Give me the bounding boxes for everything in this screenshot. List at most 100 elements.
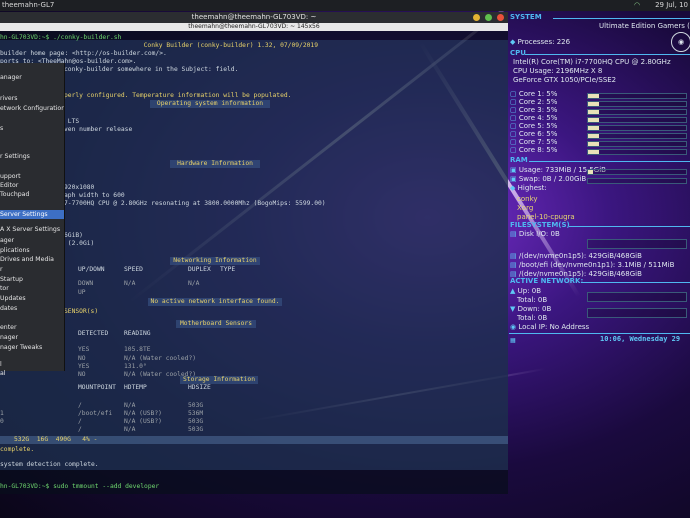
menu-item[interactable]: anager — [0, 73, 64, 82]
panel-clock[interactable]: 29 Jul, 10 — [655, 0, 688, 11]
menu-item[interactable]: dates — [0, 304, 64, 313]
swap-text: Swap: 0B / 2.00GiB — [518, 175, 587, 183]
terminal-titlebar[interactable]: theemahn@theemahn-GL703VD: ~ — [0, 12, 508, 23]
storage-device: 1 — [0, 410, 4, 417]
menu-item[interactable]: nager — [0, 333, 64, 342]
menu-item[interactable]: plications — [0, 246, 64, 255]
upload-graph — [587, 292, 687, 302]
conky-ram-label: RAM — [510, 156, 528, 164]
menu-item[interactable]: Server Settings — [0, 210, 64, 219]
sensor-cell: 105.8TE — [124, 346, 151, 353]
storage-total-row: 532G 16G 490G 4% - — [0, 436, 508, 444]
terminal-line: conky-builder somewhere in the Subject: … — [64, 66, 239, 73]
conky-local-ip: ◉ Local IP: No Address — [510, 323, 590, 331]
menu-item[interactable]: Startup — [0, 275, 64, 284]
menu-item[interactable]: A X Server Settings — [0, 225, 64, 234]
terminal-line: 920x1080 — [64, 184, 95, 191]
panel-window-title[interactable]: theemahn-GL7 — [2, 0, 54, 11]
menu-item[interactable]: tor — [0, 284, 64, 293]
conky-down-total: Total: 0B — [517, 314, 548, 322]
menu-item[interactable]: r Settings — [0, 152, 64, 161]
terminal-line: (2.0Gi) — [64, 240, 95, 247]
ram-usage-bar — [587, 169, 687, 175]
net-col-duplex: DUPLEX — [188, 266, 211, 273]
disk-io-text: Disk I/O: 0B — [518, 230, 560, 238]
storage-cell: / — [78, 402, 82, 409]
local-ip-text: Local IP: No Address — [518, 323, 590, 331]
terminal-window[interactable]: theemahn@theemahn-GL703VD: ~ theemahn@th… — [0, 12, 508, 494]
terminal-line: ven number release — [64, 126, 133, 133]
wifi-icon[interactable]: ◠ — [634, 1, 643, 9]
menu-item[interactable]: upport — [0, 172, 64, 181]
application-menu[interactable]: anager rivers etwork Configuration s r Setti… — [0, 63, 65, 377]
terminal-line: builder home page: <http://os-builder.co… — [0, 50, 167, 57]
top-panel: theemahn-GL7 ◠ 29 Jul, 10 — [0, 0, 690, 11]
menu-item[interactable]: ager — [0, 236, 64, 245]
sensor-cell: 131.0° — [124, 363, 147, 370]
fs-text: /boot/efi (dev/nvme0n1p1): 3.1MiB / 511M… — [518, 261, 675, 269]
menu-item[interactable]: Editor — [0, 181, 64, 190]
conky-highest: ◆ Highest: — [510, 184, 547, 192]
storage-cell: / — [78, 418, 82, 425]
menu-item[interactable]: enter — [0, 323, 64, 332]
terminal-line: perly configured. Temperature informatio… — [64, 92, 292, 99]
conky-divider — [569, 226, 690, 227]
sensor-cell: NO — [78, 371, 86, 378]
down-text: Down: 0B — [517, 305, 552, 313]
menu-item[interactable]: etwork Configuration — [0, 104, 64, 113]
menu-item[interactable]: r — [0, 265, 64, 274]
net-cell: DOWN — [78, 280, 94, 287]
conky-network-label: ACTIVE NETWORK: — [510, 277, 584, 285]
conky-divider — [509, 333, 690, 334]
menu-item[interactable]: Updates — [0, 294, 64, 303]
calendar-icon: ▦ — [510, 337, 516, 344]
storage-cell: 503G — [188, 418, 204, 425]
menu-item[interactable]: rivers — [0, 94, 64, 103]
conky-machine-name: Ultimate Edition Gamers (E — [599, 22, 690, 30]
storage-cell: N/A — [124, 426, 136, 433]
conky-up: ▲ Up: 0B — [510, 287, 542, 295]
download-graph — [587, 308, 687, 318]
conky-cpu-model: Intel(R) Core(TM) i7-7700HQ CPU @ 2.80GH… — [513, 58, 671, 66]
terminal-line: 6GiB) — [64, 232, 83, 239]
storage-cell: N/A (USB?) — [124, 418, 162, 425]
highest-label: Highest: — [517, 184, 547, 192]
menu-item[interactable]: Drives and Media — [0, 255, 64, 264]
core-label: Core 8: 5% — [518, 146, 558, 154]
terminal-line: aph width to 600 — [64, 192, 125, 199]
conky-system-label: SYSTEM — [510, 13, 542, 21]
close-button[interactable] — [497, 14, 504, 21]
conky-divider — [553, 18, 690, 19]
core-icon: ▢ — [510, 98, 519, 106]
conky-processes: ◆ Processes: 226 — [510, 38, 571, 46]
maximize-button[interactable] — [484, 14, 492, 21]
sensor-col-reading: READING — [124, 330, 151, 337]
sensor-label: SENSOR(s) — [64, 308, 99, 315]
minimize-button[interactable] — [472, 14, 480, 21]
highest-process: conky — [517, 195, 538, 203]
terminal-subtitle: theemahn@theemahn-GL703VD: ~ 145x56 — [0, 23, 508, 31]
conky-gpu: GeForce GTX 1050/PCIe/SSE2 — [513, 76, 617, 84]
terminal-banner: Conky Builder (conky-builder) 1.32, 07/0… — [143, 42, 318, 49]
storage-cell: N/A — [124, 402, 136, 409]
sensor-cell: N/A (Water cooled?) — [124, 355, 197, 362]
menu-item[interactable]: nager Tweaks — [0, 343, 64, 352]
conky-filesystem-label: FILESYSTEM(S) — [510, 221, 570, 229]
menu-item[interactable]: al — [0, 369, 64, 378]
menu-item[interactable]: l — [0, 360, 64, 369]
conky-cpu-label: CPU — [510, 49, 526, 57]
core-usage-bar — [587, 109, 687, 115]
conky-divider — [525, 54, 690, 55]
disk-io-graph — [587, 239, 687, 249]
storage-cell: 536M — [188, 410, 204, 417]
core-label: Core 5: 5% — [518, 122, 558, 130]
net-col-speed: SPEED — [124, 266, 143, 273]
menu-item[interactable]: Touchpad — [0, 190, 64, 199]
core-icon: ▢ — [510, 122, 519, 130]
terminal-line: LTS — [64, 118, 80, 125]
terminal-command-line[interactable]: hn-GL703VD:~$ sudo tmmount --add develop… — [0, 483, 159, 491]
up-text: Up: 0B — [517, 287, 542, 295]
menu-item[interactable]: s — [0, 124, 64, 133]
core-icon: ▢ — [510, 106, 519, 114]
conky-disk-io: ▤ Disk I/O: 0B — [510, 230, 560, 238]
